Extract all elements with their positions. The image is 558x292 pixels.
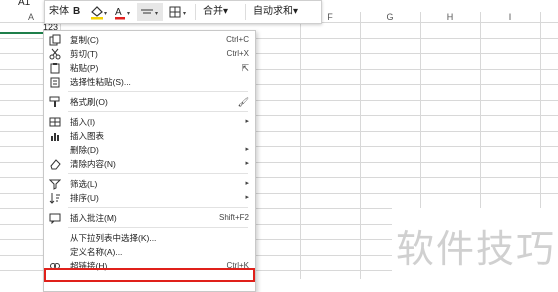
toolbar-divider [245, 4, 246, 20]
svg-text:A: A [115, 7, 122, 18]
svg-text:▾: ▾ [183, 11, 186, 17]
align-button[interactable]: ▾ [137, 3, 163, 21]
autosum-dropdown-icon: ▾ [293, 6, 299, 17]
merge-label: 合并 [203, 6, 223, 17]
paint-icon: 🖌 [237, 97, 249, 107]
highlight-box [44, 268, 255, 282]
submenu-arrow-icon: ▸ [245, 160, 249, 167]
fill-color-icon: ▾ [91, 6, 107, 20]
svg-text:▾: ▾ [127, 11, 130, 17]
menu-separator [68, 91, 248, 92]
autosum-label: 自动求和 [253, 6, 293, 17]
menu-separator [68, 227, 248, 228]
menu-separator [68, 173, 248, 174]
menu-label: 清除内容(N) [70, 159, 116, 169]
paste-special-icon [49, 76, 61, 88]
grid-column-line [360, 12, 361, 279]
autosum-button[interactable]: 自动求和▾ [253, 3, 298, 21]
merge-dropdown-icon: ▾ [223, 6, 229, 17]
format-painter-icon [49, 96, 61, 108]
menu-item-clear-contents[interactable]: 清除内容(N) ▸ [44, 156, 255, 172]
toolbar-divider [195, 4, 196, 20]
submenu-arrow-icon: ▸ [245, 194, 249, 201]
insert-icon [49, 116, 61, 128]
menu-label: 选择性粘贴(S)... [70, 77, 131, 87]
svg-text:▾: ▾ [104, 11, 107, 17]
menu-label: 格式刷(O) [70, 97, 108, 107]
clear-icon [49, 158, 61, 170]
menu-shortcut: Shift+F2 [218, 213, 249, 222]
filter-icon [48, 178, 62, 190]
mini-toolbar: 宋体 B ▾ A ▾ ▾ ▾ 合并▾ 自动求和▾ [44, 0, 322, 24]
menu-separator [68, 111, 248, 112]
comment-icon [49, 212, 61, 225]
cut-icon [49, 48, 61, 60]
sort-icon [49, 192, 61, 204]
merge-button[interactable]: 合并▾ [203, 3, 228, 21]
watermark-text: 软件技巧 [396, 227, 557, 271]
border-button[interactable]: ▾ [167, 3, 191, 21]
font-color-icon: A ▾ [115, 7, 130, 20]
svg-text:▾: ▾ [155, 11, 158, 17]
menu-item-insert-comment[interactable]: 插入批注(M) Shift+F2 [44, 210, 255, 226]
copy-icon [49, 34, 61, 46]
menu-item-paste-special[interactable]: 选择性粘贴(S)... [44, 74, 255, 90]
font-color-button[interactable]: A ▾ [113, 3, 135, 21]
grid-column-line [300, 12, 301, 279]
context-menu: 复制(C) Ctrl+C 剪切(T) Ctrl+X 粘贴(P) ⇱ 选择性粘贴(… [43, 30, 256, 292]
bold-button[interactable]: B [73, 3, 80, 21]
menu-item-sort[interactable]: 排序(U) ▸ [44, 190, 255, 206]
name-box[interactable]: A1 [18, 0, 30, 8]
chart-icon [49, 130, 61, 142]
paste-icon [49, 62, 61, 74]
align-center-icon: ▾ [141, 9, 158, 17]
watermark: 软件技巧 [392, 208, 558, 279]
fill-color-button[interactable]: ▾ [89, 3, 111, 21]
menu-label: 插入批注(M) [70, 213, 117, 223]
font-name-box[interactable]: 宋体 [49, 3, 69, 21]
menu-separator [68, 207, 248, 208]
border-icon: ▾ [169, 6, 186, 18]
menu-label: 排序(U) [70, 193, 99, 203]
menu-item-format-painter[interactable]: 格式刷(O) 🖌 [44, 94, 255, 110]
